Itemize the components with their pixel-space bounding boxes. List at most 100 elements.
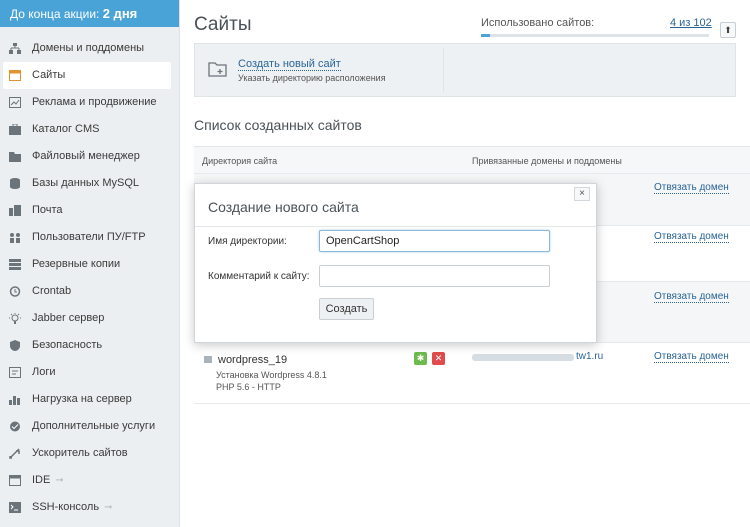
site-table-header: Директория сайта Привязанные домены и по… — [194, 146, 750, 173]
backup-icon — [9, 259, 21, 270]
chart-icon — [9, 97, 21, 108]
sidebar-item-ftp-users[interactable]: Пользователи ПУ/FTP — [3, 224, 171, 251]
create-site-link[interactable]: Создать новый сайт — [238, 58, 341, 71]
promo-text: До конца акции: — [10, 7, 100, 21]
close-icon: ✕ — [434, 353, 443, 363]
sidebar-item-load[interactable]: Нагрузка на сервер — [3, 386, 171, 413]
sidebar-item-files[interactable]: Файловый менеджер — [3, 143, 171, 170]
folder-icon — [9, 151, 21, 162]
create-site-hint: Указать директорию расположения — [238, 73, 386, 83]
comment-label: Комментарий к сайту: — [208, 271, 310, 282]
site-list-title: Список созданных сайтов — [194, 117, 362, 133]
sidebar-item-label: Нагрузка на сервер — [32, 393, 132, 405]
load-icon — [9, 394, 21, 405]
sidebar-item-label: Crontab — [32, 285, 72, 297]
sidebar-item-crontab[interactable]: Crontab — [3, 278, 171, 305]
table-row: wordpress_19 Установка Wordpress 4.8.1 P… — [194, 342, 750, 404]
sidebar-item-label: Базы данных MySQL — [32, 177, 140, 189]
sidebar-item-label: Реклама и продвижение — [32, 96, 157, 108]
sidebar-item-label: Каталог CMS — [32, 123, 100, 135]
sidebar-item-security[interactable]: Безопасность — [3, 332, 171, 359]
domains-icon — [9, 43, 21, 54]
directory-name-input[interactable] — [319, 230, 550, 252]
page-title: Сайты — [194, 14, 252, 35]
external-arrow-icon: ➞ — [55, 475, 64, 486]
external-arrow-icon: ➞ — [104, 502, 113, 513]
site-comment-input[interactable] — [319, 265, 550, 287]
sidebar-item-label: Логи — [32, 366, 56, 378]
usage-progress-bar — [481, 34, 709, 37]
col-domains: Привязанные домены и поддомены — [472, 156, 622, 166]
gear-icon: ✱ — [416, 353, 425, 363]
users-icon — [9, 232, 21, 243]
unlink-domain-link[interactable]: Отвязать домен — [654, 231, 729, 243]
folder-icon — [204, 356, 212, 363]
sidebar-item-cms[interactable]: Каталог CMS — [3, 116, 171, 143]
site-name: wordpress_19 — [218, 354, 288, 366]
create-site-panel: Создать новый сайт Указать директорию ра… — [194, 43, 736, 97]
shield-icon — [9, 340, 21, 351]
database-icon — [9, 178, 21, 189]
sidebar-item-label: Пользователи ПУ/FTP — [32, 231, 146, 243]
arrow-up-icon: ⬆ — [724, 25, 732, 35]
sidebar-item-ads[interactable]: Реклама и продвижение — [3, 89, 171, 116]
sidebar-item-mail[interactable]: Почта — [3, 197, 171, 224]
unlink-domain-link[interactable]: Отвязать домен — [654, 351, 729, 363]
sidebar-item-label: Файловый менеджер — [32, 150, 140, 162]
sidebar-item-mysql[interactable]: Базы данных MySQL — [3, 170, 171, 197]
create-site-dialog: × Создание нового сайта Имя директории: … — [194, 183, 597, 343]
clock-icon — [9, 286, 21, 297]
promo-days: 2 дня — [102, 6, 138, 21]
sidebar-item-label: SSH-консоль — [32, 501, 100, 513]
promo-banner[interactable]: До конца акции: 2 дня — [0, 0, 179, 27]
sidebar-item-logs[interactable]: Логи — [3, 359, 171, 386]
sidebar-item-label: Дополнительные услуги — [32, 420, 156, 432]
sidebar-item-label: Резервные копии — [32, 258, 121, 270]
sidebar-item-label: Сайты — [32, 69, 66, 81]
dialog-title: Создание нового сайта — [208, 199, 359, 215]
usage-value[interactable]: 4 из 102 — [670, 17, 712, 29]
speed-icon — [9, 448, 21, 459]
blurred-domain — [472, 354, 574, 361]
sidebar-item-services[interactable]: Дополнительные услуги — [3, 413, 171, 440]
col-directory: Директория сайта — [202, 156, 278, 166]
cms-icon — [9, 124, 21, 135]
sidebar-item-label: Домены и поддомены — [32, 42, 145, 54]
logs-icon — [9, 367, 21, 378]
site-domain-link[interactable]: tw1.ru — [576, 351, 603, 362]
site-delete-button[interactable]: ✕ — [432, 352, 445, 365]
sites-icon — [9, 70, 21, 81]
sidebar-item-label: Jabber сервер — [32, 312, 105, 324]
unlink-domain-link[interactable]: Отвязать домен — [654, 291, 729, 303]
mail-icon — [9, 205, 21, 216]
unlink-domain-link[interactable]: Отвязать домен — [654, 182, 729, 194]
dialog-close-button[interactable]: × — [574, 187, 590, 201]
sidebar: До конца акции: 2 дня Домены и поддомены… — [0, 0, 180, 527]
terminal-icon — [9, 502, 21, 513]
sidebar-nav: Домены и поддомены Сайты Реклама и продв… — [0, 27, 179, 521]
sidebar-item-label: Почта — [32, 204, 63, 216]
upgrade-arrow-button[interactable]: ⬆ — [720, 22, 736, 38]
site-settings-button[interactable]: ✱ — [414, 352, 427, 365]
create-button[interactable]: Создать — [319, 298, 374, 320]
sidebar-item-label: IDE — [32, 474, 51, 486]
sidebar-item-ide[interactable]: IDE ➞ — [3, 467, 171, 494]
site-php-info: PHP 5.6 - HTTP — [216, 382, 281, 392]
usage-progress-fill — [481, 34, 491, 37]
site-cms-info: Установка Wordpress 4.8.1 — [216, 370, 327, 380]
ide-icon — [9, 475, 21, 486]
usage-label: Использовано сайтов: — [481, 17, 595, 29]
sidebar-item-backups[interactable]: Резервные копии — [3, 251, 171, 278]
sidebar-item-label: Безопасность — [32, 339, 103, 351]
sidebar-item-domains[interactable]: Домены и поддомены — [3, 35, 171, 62]
sidebar-item-sites[interactable]: Сайты — [3, 62, 171, 89]
bulb-icon — [9, 313, 21, 324]
sidebar-item-label: Ускоритель сайтов — [32, 447, 128, 459]
add-folder-icon — [208, 61, 228, 80]
sidebar-item-accelerator[interactable]: Ускоритель сайтов — [3, 440, 171, 467]
directory-label: Имя директории: — [208, 236, 287, 247]
sidebar-item-ssh[interactable]: SSH-консоль ➞ — [3, 494, 171, 521]
dialog-divider — [195, 226, 596, 227]
sidebar-item-jabber[interactable]: Jabber сервер — [3, 305, 171, 332]
services-icon — [9, 421, 21, 432]
